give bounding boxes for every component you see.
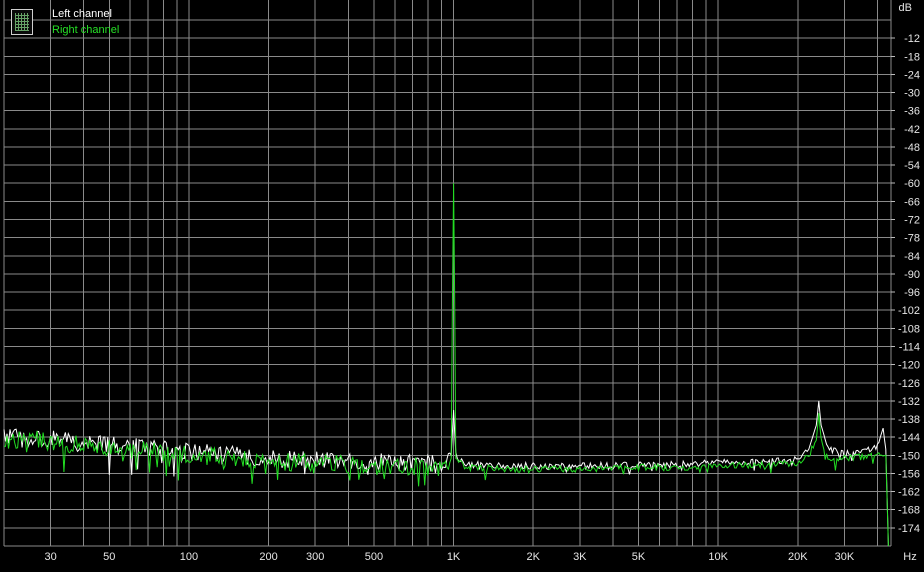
legend-left-channel: Left channel: [52, 8, 112, 20]
y-tick-label: -174: [898, 523, 920, 535]
y-tick-label: -18: [904, 51, 920, 63]
spectrum-chart: -12 -18 -24 -30 -36 -42 -48 -54 -60 -66 -72 -78 -84 -…: [0, 0, 924, 567]
y-tick-label: -150: [898, 450, 920, 462]
legend-right-channel: Right channel: [52, 24, 120, 36]
y-tick-label: -120: [898, 360, 920, 372]
chart-svg: -12 -18 -24 -30 -36 -42 -48 -54 -60 -66 -72 -78 -84 -…: [0, 0, 924, 567]
y-tick-label: -114: [899, 341, 920, 353]
x-tick-label: 50: [103, 551, 115, 563]
y-axis-panel: [892, 0, 924, 567]
y-tick-label: -144: [898, 432, 920, 444]
y-tick-label: -126: [898, 378, 920, 390]
y-tick-label: -36: [904, 106, 920, 118]
y-tick-label: -42: [904, 124, 920, 136]
y-tick-label: -168: [898, 505, 920, 517]
chart-settings-icon[interactable]: [11, 9, 33, 35]
y-tick-label: -84: [904, 251, 920, 263]
y-tick-label: -156: [898, 468, 920, 480]
x-tick-label: 10K: [708, 551, 728, 563]
y-tick-label: -138: [898, 414, 920, 426]
y-tick-label: -102: [898, 305, 920, 317]
x-tick-label: 3K: [573, 551, 587, 563]
x-tick-label: 300: [306, 551, 324, 563]
y-tick-label: -90: [904, 269, 920, 281]
y-tick-label: -66: [904, 196, 920, 208]
y-tick-label: -72: [904, 215, 920, 227]
y-tick-label: -24: [904, 69, 920, 81]
x-tick-label: 1K: [447, 551, 461, 563]
y-tick-label: -96: [904, 287, 920, 299]
y-axis-label: dB: [899, 2, 912, 14]
y-tick-label: -12: [904, 33, 920, 45]
x-tick-label: 100: [180, 551, 198, 563]
y-tick-label: -108: [898, 323, 920, 335]
y-tick-label: -60: [904, 178, 920, 190]
y-tick-label: -132: [898, 396, 920, 408]
y-tick-label: -30: [904, 88, 920, 100]
y-tick-label: -48: [904, 142, 920, 154]
x-axis-label: Hz: [903, 551, 916, 563]
x-tick-label: 30: [44, 551, 56, 563]
x-tick-label: 500: [365, 551, 383, 563]
y-tick-label: -162: [898, 487, 920, 499]
x-tick-label: 30K: [835, 551, 855, 563]
x-tick-label: 200: [259, 551, 277, 563]
y-tick-label: -54: [904, 160, 920, 172]
x-tick-label: 2K: [526, 551, 540, 563]
x-tick-label: 5K: [632, 551, 646, 563]
x-tick-label: 20K: [788, 551, 808, 563]
chart-background: [0, 0, 924, 567]
y-tick-label: -78: [904, 233, 920, 245]
